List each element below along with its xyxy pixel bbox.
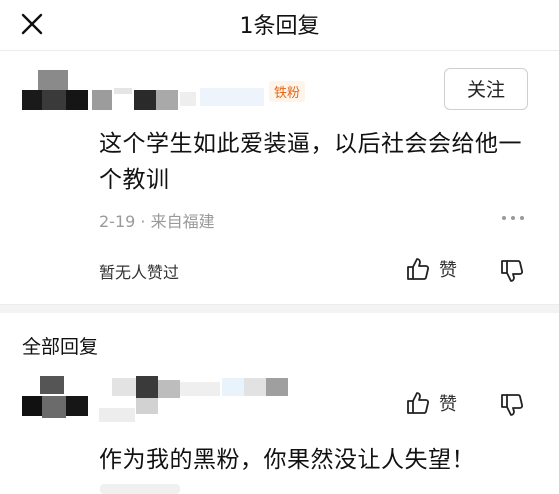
thumbs-down-icon	[501, 260, 524, 282]
thumbs-down-icon	[501, 394, 524, 416]
comment-date: 2-19	[99, 212, 136, 231]
reply-text: 作为我的黑粉，你果然没让人失望！	[99, 447, 475, 473]
more-options-button[interactable]	[500, 210, 526, 224]
page-title: 1条回复	[239, 14, 320, 39]
reply-like-button[interactable]: 赞	[405, 390, 457, 416]
like-summary: 暂无人赞过	[99, 263, 180, 282]
more-icon	[502, 216, 524, 220]
dislike-button[interactable]	[499, 258, 525, 288]
like-label: 赞	[439, 260, 457, 281]
all-replies-title: 全部回复	[22, 336, 99, 358]
fan-badge: 铁粉	[269, 81, 306, 102]
reply-page: 1条回复 铁粉 关注 这个学生如此爱装逼，以后社会会给他一个教训 2-19 · …	[0, 0, 559, 494]
like-button[interactable]: 赞	[405, 256, 457, 282]
next-item-fade	[100, 484, 180, 494]
comment-text: 这个学生如此爱装逼，以后社会会给他一个教训	[99, 131, 522, 193]
thumbs-up-icon	[407, 258, 430, 280]
reply-dislike-button[interactable]	[499, 392, 525, 422]
comment-location: 来自福建	[150, 212, 215, 231]
comment-meta: 2-19 · 来自福建	[99, 208, 215, 232]
thumbs-up-icon	[407, 392, 430, 414]
reply-like-label: 赞	[439, 394, 457, 415]
section-divider	[0, 304, 559, 313]
follow-button[interactable]: 关注	[444, 68, 528, 110]
meta-separator: ·	[140, 212, 146, 231]
header-bar: 1条回复	[0, 0, 559, 51]
